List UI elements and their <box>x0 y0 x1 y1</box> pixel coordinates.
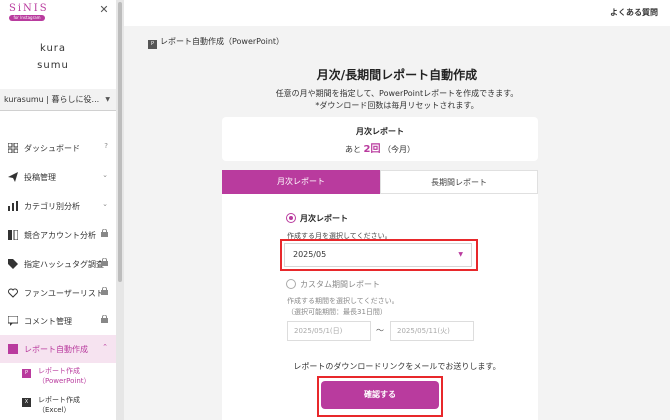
sidebar-item-label: 指定ハッシュタグ調査 <box>24 260 104 269</box>
sidebar-item-label: 投稿管理 <box>24 173 56 182</box>
compare-icon <box>8 229 19 241</box>
remaining-count-prefix: あと <box>344 145 361 154</box>
account-logo-line2: sumu <box>37 60 69 71</box>
help-icon[interactable]: ? <box>104 142 108 150</box>
sidebar-subitem-label: レポート作成 （PowerPoint） <box>38 366 91 386</box>
sidebar-item-label: コメント管理 <box>24 317 72 326</box>
sidebar-subitem-excel[interactable]: X レポート作成 （Excel） <box>22 395 116 417</box>
radio-custom-period-label[interactable]: カスタム期間レポート <box>300 279 380 290</box>
sidebar-subitem-line1: レポート作成 <box>38 367 80 375</box>
top-bar: よくある質問 <box>124 0 670 26</box>
sidebar-subitem-label: レポート作成 （Excel） <box>38 395 80 415</box>
chevron-up-icon: ⌃ <box>102 343 108 351</box>
mail-notice: レポートのダウンロードリンクをメールでお送りします。 <box>293 362 501 371</box>
tab-long-term-report[interactable]: 長期間レポート <box>380 170 538 194</box>
heart-icon <box>8 288 18 298</box>
remaining-count: あと 2回 （今月） <box>222 140 538 155</box>
powerpoint-icon: P <box>148 40 157 49</box>
lock-icon <box>101 257 108 268</box>
breadcrumb: P レポート自動作成（PowerPoint） <box>148 36 284 49</box>
remaining-count-card: 月次レポート あと 2回 （今月） <box>222 117 538 161</box>
sidebar-item-hashtag[interactable]: 指定ハッシュタグ調査 <box>0 250 116 278</box>
sidebar-item-competitor[interactable]: 競合アカウント分析 <box>0 221 116 249</box>
sidebar-subitem-line2: （Excel） <box>38 406 71 414</box>
period-hint: 作成する期間を選択してください。 <box>287 297 399 305</box>
close-icon[interactable]: ✕ <box>98 4 110 16</box>
start-date-input[interactable]: 2025/05/1(日) <box>287 321 371 341</box>
comment-icon <box>7 315 19 326</box>
faq-link[interactable]: よくある質問 <box>610 7 658 18</box>
lock-icon <box>101 314 108 325</box>
remaining-count-value: 2回 <box>363 144 381 155</box>
tag-icon <box>8 259 18 269</box>
excel-icon: X <box>22 398 31 407</box>
sidebar-item-label: 競合アカウント分析 <box>24 231 96 240</box>
sidebar-item-comments[interactable]: コメント管理 <box>0 307 116 335</box>
date-separator: ～ <box>376 326 384 335</box>
brand-logo-text: SiNIS <box>9 3 49 14</box>
breadcrumb-label: レポート自動作成（PowerPoint） <box>160 37 285 46</box>
app-root: SiNIS for Instagram ✕ kura sumu kurasumu… <box>0 0 670 420</box>
sidebar-item-report[interactable]: レポート自動作成 ⌃ <box>0 335 116 363</box>
brand-logo[interactable]: SiNIS for Instagram <box>9 3 49 21</box>
radio-monthly[interactable] <box>286 213 296 223</box>
sidebar-item-category-analysis[interactable]: カテゴリ別分析 ⌄ <box>0 192 116 220</box>
bar-chart-icon <box>8 201 18 211</box>
sidebar-item-posts[interactable]: 投稿管理 ⌄ <box>0 163 116 191</box>
sidebar-item-label: ファンユーザーリスト <box>24 289 104 298</box>
sidebar-item-label: レポート自動作成 <box>24 345 88 354</box>
dashboard-icon <box>7 142 19 154</box>
chevron-down-icon: ▼ <box>105 96 110 103</box>
period-note: （選択可能期間：最長31日間） <box>287 308 387 316</box>
account-logo-line1: kura <box>39 43 67 54</box>
remaining-count-suffix: （今月） <box>383 145 416 154</box>
page-title: 月次/長期間レポート自動作成 <box>316 68 478 82</box>
account-name: kurasumu | 暮らしに役... <box>4 95 100 104</box>
sidebar-subitem-line2: （PowerPoint） <box>38 377 91 385</box>
remaining-count-title: 月次レポート <box>356 127 404 136</box>
lock-icon <box>101 228 108 239</box>
send-icon <box>8 172 18 182</box>
page-description: 任意の月や期間を指定して、PowerPointレポートを作成できます。 <box>275 89 519 98</box>
sidebar-item-label: カテゴリ別分析 <box>24 202 80 211</box>
page-description-note: *ダウンロード回数は毎月リセットされます。 <box>315 101 479 110</box>
sidebar-item-fans[interactable]: ファンユーザーリスト <box>0 279 116 307</box>
lock-icon <box>101 286 108 297</box>
report-icon <box>8 344 18 354</box>
sidebar-item-dashboard[interactable]: ダッシュボード ? <box>0 134 116 162</box>
sidebar: SiNIS for Instagram ✕ kura sumu kurasumu… <box>0 0 116 420</box>
sidebar-subitem-powerpoint[interactable]: P レポート作成 （PowerPoint） <box>22 366 116 388</box>
sidebar-subitem-line1: レポート作成 <box>38 396 80 404</box>
sidebar-scroll-thumb[interactable] <box>118 2 122 282</box>
end-date-input[interactable]: 2025/05/11(火) <box>390 321 474 341</box>
radio-monthly-label[interactable]: 月次レポート <box>300 213 348 224</box>
highlight-box-confirm <box>317 376 443 417</box>
account-avatar: kura sumu <box>34 38 72 76</box>
account-selector[interactable]: kurasumu | 暮らしに役... ▼ <box>0 89 116 111</box>
chevron-down-icon: ⌄ <box>102 200 108 208</box>
tab-monthly-report[interactable]: 月次レポート <box>222 170 380 194</box>
highlight-box-month <box>280 239 478 271</box>
radio-custom-period[interactable] <box>286 279 296 289</box>
chevron-down-icon: ⌄ <box>102 171 108 179</box>
powerpoint-icon: P <box>22 369 31 378</box>
brand-logo-tag: for Instagram <box>9 15 45 21</box>
sidebar-item-label: ダッシュボード <box>24 144 80 153</box>
